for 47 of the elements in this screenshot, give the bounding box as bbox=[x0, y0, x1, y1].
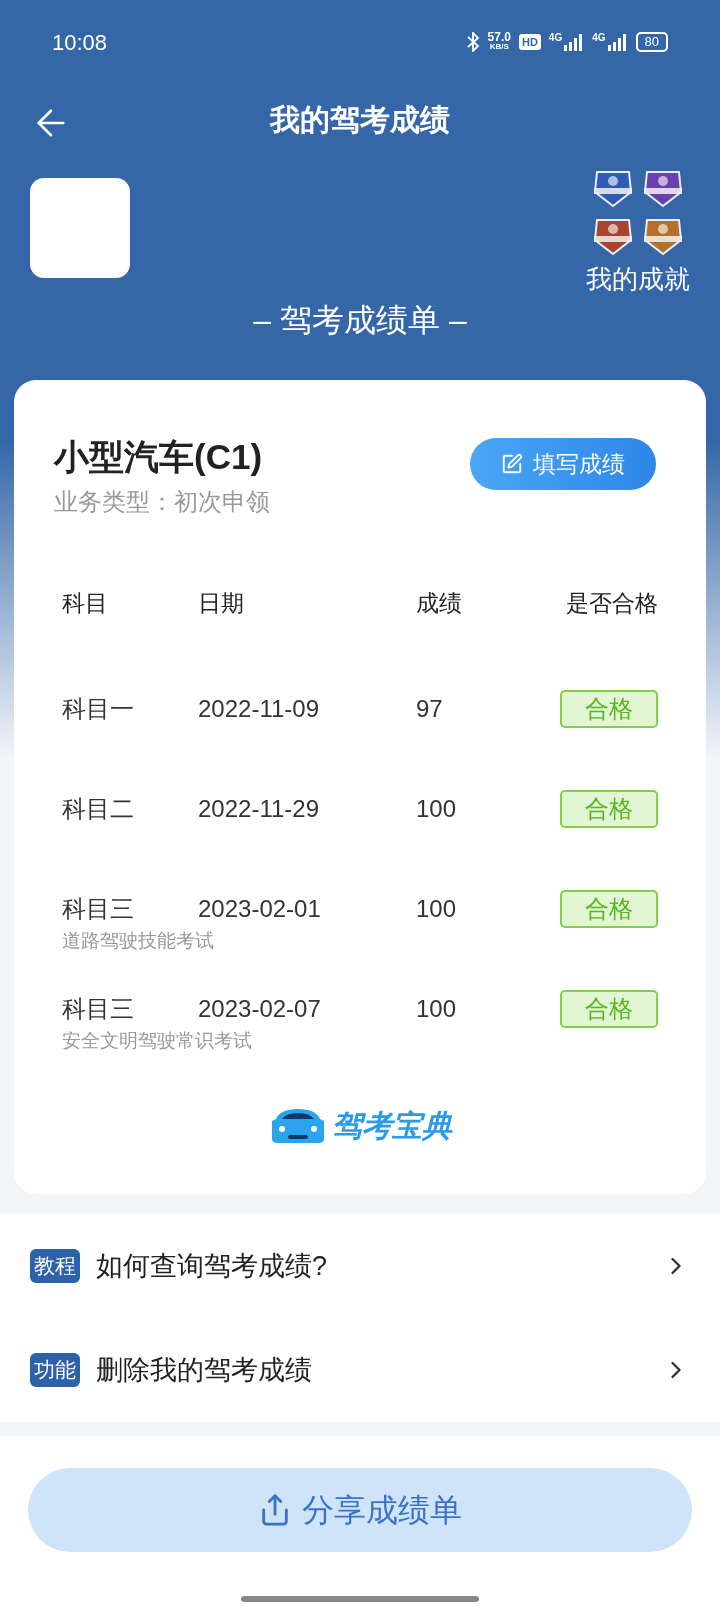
subject-cell-text: 科目三 bbox=[62, 993, 135, 1024]
network-speed: 57.0 bbox=[487, 32, 511, 42]
bluetooth-icon bbox=[465, 32, 480, 52]
score-cell-text: 100 bbox=[416, 793, 458, 824]
share-button[interactable]: 分享成绩单 bbox=[28, 1468, 692, 1552]
column-header: 成绩 bbox=[416, 589, 463, 618]
status-time: 10:08 bbox=[52, 28, 108, 57]
subject-cell-text: 科目一 bbox=[62, 693, 135, 724]
category-tag: 功能 bbox=[30, 1353, 80, 1387]
business-type: 业务类型：初次申领 bbox=[54, 487, 270, 517]
network-type: 4G bbox=[592, 33, 606, 43]
hd-indicator: HD bbox=[518, 34, 541, 50]
subject-cell-text: 科目三 bbox=[62, 893, 135, 924]
logo-text: 驾考宝典 bbox=[332, 1107, 452, 1144]
link-label: 如何查询驾考成绩? bbox=[96, 1249, 329, 1283]
speed-unit: KB/S bbox=[489, 42, 509, 52]
column-header: 科目 bbox=[62, 589, 109, 618]
date-cell-text: 2023-02-01 bbox=[198, 893, 322, 924]
signal-icon bbox=[564, 33, 585, 51]
link-label: 删除我的驾考成绩 bbox=[96, 1353, 313, 1387]
category-tag: 教程 bbox=[30, 1249, 80, 1283]
date-cell-text: 2023-02-07 bbox=[198, 993, 322, 1024]
score-cell-text: 100 bbox=[416, 893, 458, 924]
pass-tag: 合格 bbox=[560, 689, 658, 728]
link-row[interactable]: 功能 删除我的驾考成绩 bbox=[0, 1318, 720, 1422]
pass-tag: 合格 bbox=[560, 989, 658, 1028]
fill-scores-button[interactable]: 填写成绩 bbox=[470, 438, 656, 490]
column-header: 日期 bbox=[198, 589, 245, 618]
battery-indicator: 80 bbox=[635, 32, 668, 52]
pass-tag: 合格 bbox=[560, 789, 658, 828]
page-title: 我的驾考成绩 bbox=[270, 101, 450, 138]
link-row[interactable]: 教程 如何查询驾考成绩? bbox=[0, 1214, 720, 1318]
date-cell-text: 2022-11-09 bbox=[198, 693, 320, 724]
date-cell-text: 2022-11-29 bbox=[198, 793, 320, 824]
edit-icon bbox=[501, 453, 523, 475]
network-type: 4G bbox=[548, 33, 563, 43]
achievements-link[interactable]: 我的成就 bbox=[586, 260, 690, 299]
subject-cell-text: 科目二 bbox=[62, 793, 135, 824]
signal-icon bbox=[607, 33, 628, 51]
subject-note: 道路驾驶技能考试 bbox=[62, 928, 215, 953]
score-cell-text: 97 bbox=[416, 693, 444, 724]
column-header: 是否合格 bbox=[566, 589, 658, 618]
pass-tag: 合格 bbox=[560, 889, 658, 928]
subject-note: 安全文明驾驶常识考试 bbox=[62, 1028, 253, 1053]
section-title: – 驾考成绩单 – bbox=[253, 301, 467, 340]
vehicle-type: 小型汽车(C1) bbox=[54, 436, 264, 478]
score-cell-text: 100 bbox=[416, 993, 458, 1024]
